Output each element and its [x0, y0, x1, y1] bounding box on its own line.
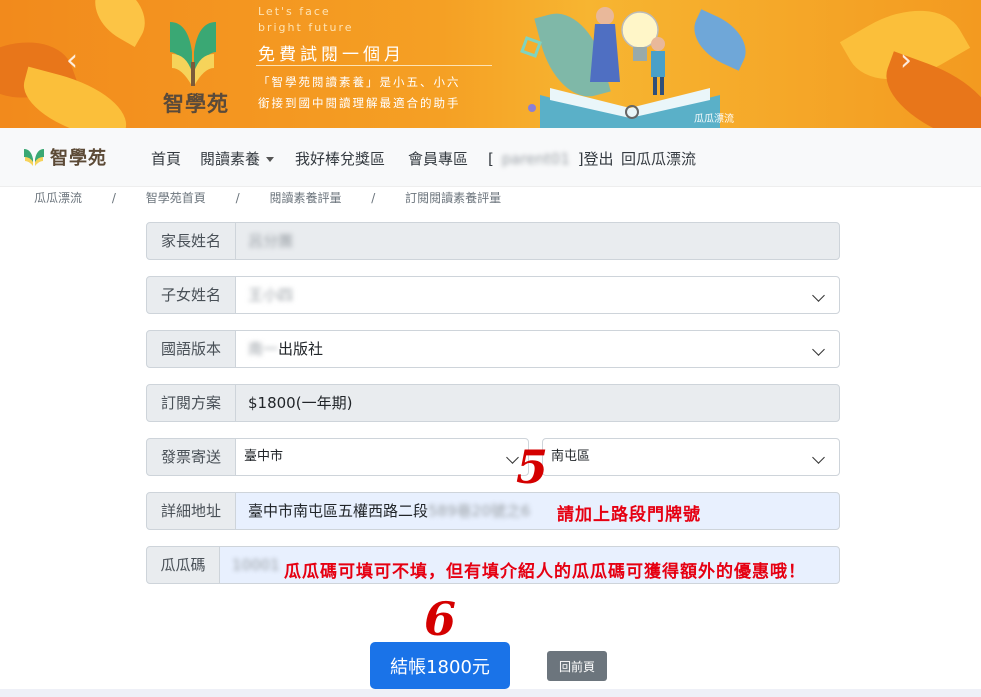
banner-divider — [256, 65, 492, 66]
form-row-parent-name: 家長姓名 呂分團 — [146, 222, 840, 260]
form-row-address: 詳細地址 臺中市南屯區五權西路二段589巷20號之6 — [146, 492, 840, 530]
back-button[interactable]: 回前頁 — [547, 651, 607, 681]
breadcrumb-item[interactable]: 智學苑首頁 — [146, 189, 206, 206]
child-name-value: 王小四 — [248, 286, 294, 304]
caret-down-icon — [266, 157, 275, 162]
breadcrumb-separator: / — [235, 191, 240, 205]
edition-value: 出版社 — [278, 340, 324, 358]
district-select[interactable]: 南屯區 — [542, 438, 840, 476]
form-row-plan: 訂閱方案 $1800(一年期) — [146, 384, 840, 422]
nav-home[interactable]: 首頁 — [151, 148, 181, 169]
username: parent01 — [501, 150, 570, 168]
form-row-edition: 國語版本 南一出版社 — [146, 330, 840, 368]
nav-reading-label: 閱讀素養 — [200, 150, 261, 168]
melon-code-value: 10001 — [232, 556, 280, 574]
breadcrumb-separator: / — [371, 191, 376, 205]
breadcrumb-separator: / — [111, 191, 116, 205]
child-name-label: 子女姓名 — [146, 276, 236, 314]
banner-desc-2: 銜接到國中閱讀理解最適合的助手 — [258, 96, 461, 110]
invoice-label: 發票寄送 — [146, 438, 236, 476]
banner-title: 免費試閱一個月 — [258, 45, 405, 65]
form-row-child-name: 子女姓名 王小四 — [146, 276, 840, 314]
child-name-select[interactable]: 王小四 — [235, 276, 840, 314]
melon-code-label: 瓜瓜碼 — [146, 546, 220, 584]
banner-logo-text: 智學苑 — [163, 92, 229, 116]
main-navbar: 智學苑 首頁 閱讀素養 我好棒兌獎區 會員專區 [ parent01 ]登出 回… — [0, 128, 981, 187]
breadcrumb-item-current: 訂閱閱讀素養評量 — [405, 191, 502, 205]
reading-illustration — [520, 7, 720, 128]
breadcrumb-item[interactable]: 瓜瓜漂流 — [34, 189, 82, 206]
edition-label: 國語版本 — [146, 330, 236, 368]
promo-banner[interactable]: 智學苑 Let's face bright future 免費試閱一個月 「智學… — [0, 0, 981, 128]
nav-member[interactable]: 會員專區 — [408, 148, 468, 169]
step-5-marker: 5 — [516, 440, 549, 494]
edition-value-blurred: 南一 — [248, 340, 279, 358]
parent-name-label: 家長姓名 — [146, 222, 236, 260]
plan-label: 訂閱方案 — [146, 384, 236, 422]
step-6-marker: 6 — [424, 592, 457, 646]
banner-prev-arrow-icon[interactable]: ‹ — [66, 46, 78, 76]
bracket-open: [ — [488, 150, 494, 168]
address-hint: 請加上路段門牌號 — [557, 505, 701, 525]
breadcrumb-item[interactable]: 閱讀素養評量 — [269, 189, 341, 206]
breadcrumb: 瓜瓜漂流 / 智學苑首頁 / 閱讀素養評量 / 訂閱閱讀素養評量 — [34, 189, 501, 206]
melon-code-hint: 瓜瓜碼可填可不填，但有填介紹人的瓜瓜碼可獲得額外的優惠哦！ — [284, 562, 806, 582]
nav-rewards[interactable]: 我好棒兌獎區 — [295, 148, 385, 169]
decor-leaf — [873, 51, 981, 128]
address-value-blurred: 589巷20號之6 — [428, 502, 531, 520]
banner-source-tag: 瓜瓜漂流 — [694, 114, 734, 125]
city-select[interactable]: 臺中市 — [235, 438, 529, 476]
checkout-button[interactable]: 結帳1800元 — [370, 642, 510, 689]
address-input[interactable]: 臺中市南屯區五權西路二段589巷20號之6 — [235, 492, 840, 530]
address-value: 臺中市南屯區五權西路二段 — [248, 502, 429, 520]
footer-strip — [0, 689, 981, 697]
edition-select[interactable]: 南一出版社 — [235, 330, 840, 368]
nav-user-logout[interactable]: [ parent01 ]登出 — [488, 148, 614, 169]
parent-name-field: 呂分團 — [235, 222, 840, 260]
decor-leaf — [82, 0, 158, 47]
nav-back-to-guagua[interactable]: 回瓜瓜漂流 — [621, 148, 696, 169]
banner-desc-1: 「智學苑閱讀素養」是小五、小六 — [258, 75, 461, 89]
plan-field: $1800(一年期) — [235, 384, 840, 422]
nav-brand[interactable]: 智學苑 — [22, 144, 107, 170]
parent-name-value: 呂分團 — [248, 232, 294, 250]
banner-tagline-2: bright future — [258, 21, 354, 34]
nav-reading-dropdown[interactable]: 閱讀素養 — [200, 148, 275, 169]
brand-logo-icon — [24, 149, 44, 166]
banner-tagline-1: Let's face — [258, 5, 331, 18]
brand-name: 智學苑 — [50, 148, 107, 169]
logout-link[interactable]: ]登出 — [578, 150, 614, 168]
form-row-invoice: 發票寄送 臺中市 南屯區 — [146, 438, 840, 476]
address-label: 詳細地址 — [146, 492, 236, 530]
banner-next-arrow-icon[interactable]: › — [900, 46, 912, 76]
